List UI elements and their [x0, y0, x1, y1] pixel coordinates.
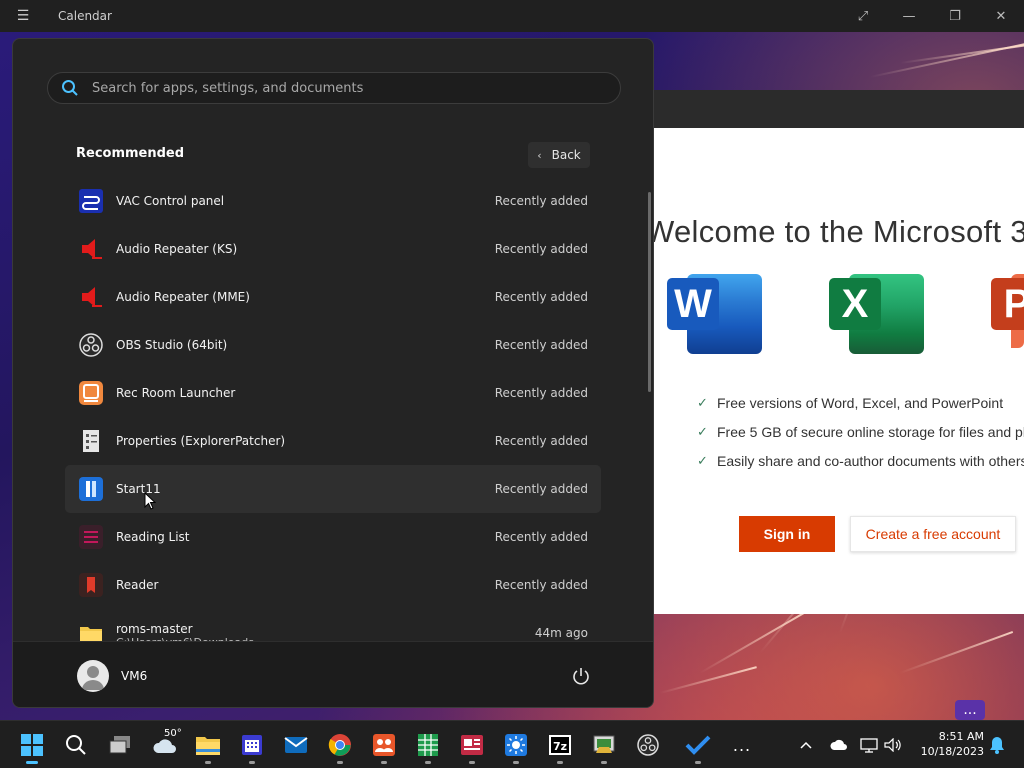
obs-taskbar-icon[interactable]	[628, 721, 668, 768]
obs-icon	[78, 332, 104, 358]
onedrive-icon[interactable]	[826, 721, 852, 768]
recommended-heading: Recommended	[76, 146, 185, 161]
calendar-titlebar: ☰ Calendar ⤢ — ❐ ✕	[0, 0, 1024, 32]
m365-header-strip	[653, 90, 1024, 128]
people-app-icon[interactable]	[364, 721, 404, 768]
benefit-list: ✓ Free versions of Word, Excel, and Power…	[697, 388, 1024, 475]
check-icon: ✓	[697, 423, 708, 439]
welcome-heading: Welcome to the Microsoft 3	[645, 214, 1024, 249]
close-icon[interactable]: ✕	[978, 9, 1024, 24]
reader-icon	[78, 572, 104, 598]
search-input[interactable]: Search for apps, settings, and documents	[92, 81, 363, 96]
vac-icon	[78, 188, 104, 214]
taskbar: 50° 7z ... 8:51 AM 10/18/2023	[0, 720, 1024, 768]
start-footer: VM6	[13, 641, 653, 707]
search-icon	[48, 79, 92, 97]
benefit-item: ✓ Free versions of Word, Excel, and Power…	[697, 394, 1004, 411]
file-explorer-icon[interactable]	[188, 721, 228, 768]
speaker-icon	[78, 236, 104, 262]
recommended-list: VAC Control panel Recently added Audio R…	[65, 177, 601, 657]
window-title: Calendar	[58, 9, 112, 23]
m365-window: Welcome to the Microsoft 3 W X P ✓ Free v…	[645, 90, 1024, 614]
start-button[interactable]	[12, 721, 52, 768]
calendar-app-icon[interactable]	[232, 721, 272, 768]
recroom-icon	[78, 380, 104, 406]
start11-icon	[78, 476, 104, 502]
check-icon: ✓	[697, 394, 708, 410]
chrome-icon[interactable]	[320, 721, 360, 768]
mail-icon[interactable]	[276, 721, 316, 768]
list-item[interactable]: Audio Repeater (MME) Recently added	[65, 273, 601, 321]
benefit-item: ✓ Free 5 GB of secure online storage for …	[697, 423, 1024, 440]
expand-icon[interactable]: ⤢	[840, 9, 886, 24]
overflow-chip[interactable]: ...	[955, 700, 985, 720]
todo-icon[interactable]	[678, 721, 718, 768]
powerpoint-logo: P	[991, 268, 1024, 348]
notification-bell-icon[interactable]	[986, 721, 1008, 768]
avatar[interactable]	[77, 660, 109, 692]
list-item[interactable]: Rec Room Launcher Recently added	[65, 369, 601, 417]
create-account-button[interactable]: Create a free account	[850, 516, 1016, 552]
reading-list-icon	[78, 524, 104, 550]
list-item[interactable]: VAC Control panel Recently added	[65, 177, 601, 225]
chevron-up-icon[interactable]	[794, 721, 818, 768]
minimize-icon[interactable]: —	[886, 9, 932, 24]
7zip-icon[interactable]: 7z	[540, 721, 580, 768]
list-item[interactable]: Properties (ExplorerPatcher) Recently ad…	[65, 417, 601, 465]
volume-icon[interactable]	[882, 721, 904, 768]
restore-icon[interactable]: ❐	[932, 9, 978, 24]
clock-time: 8:51 AM	[938, 730, 984, 743]
clock[interactable]: 8:51 AM 10/18/2023	[912, 729, 984, 759]
list-item[interactable]: Reading List Recently added	[65, 513, 601, 561]
power-icon[interactable]	[571, 666, 591, 686]
word-logo: W	[667, 268, 762, 354]
clock-date: 10/18/2023	[920, 745, 984, 758]
excel-logo: X	[829, 268, 924, 354]
properties-icon	[78, 428, 104, 454]
check-icon: ✓	[697, 452, 708, 468]
svg-text:7z: 7z	[553, 740, 567, 753]
list-item[interactable]: Reader Recently added	[65, 561, 601, 609]
spreadsheet-icon[interactable]	[408, 721, 448, 768]
more-icon[interactable]: ...	[722, 721, 762, 768]
benefit-item: ✓ Easily share and co-author documents wi…	[697, 452, 1024, 469]
list-item[interactable]: Audio Repeater (KS) Recently added	[65, 225, 601, 273]
start-menu: Search for apps, settings, and documents…	[12, 38, 654, 708]
mouse-cursor-icon	[144, 491, 157, 514]
back-button[interactable]: ‹ Back	[528, 142, 590, 168]
weather-temp: 50°	[164, 728, 182, 739]
speaker-icon	[78, 284, 104, 310]
hamburger-icon[interactable]: ☰	[0, 8, 46, 24]
search-taskbar-icon[interactable]	[56, 721, 96, 768]
news-app-icon[interactable]	[452, 721, 492, 768]
control-panel-icon[interactable]	[584, 721, 624, 768]
search-box[interactable]: Search for apps, settings, and documents	[47, 72, 621, 104]
chevron-left-icon: ‹	[537, 148, 542, 162]
user-name[interactable]: VM6	[121, 669, 147, 683]
list-item[interactable]: OBS Studio (64bit) Recently added	[65, 321, 601, 369]
network-icon[interactable]	[858, 721, 880, 768]
task-view-icon[interactable]	[100, 721, 140, 768]
scrollbar[interactable]	[648, 192, 651, 392]
brightness-app-icon[interactable]	[496, 721, 536, 768]
sign-in-button[interactable]: Sign in	[739, 516, 835, 552]
